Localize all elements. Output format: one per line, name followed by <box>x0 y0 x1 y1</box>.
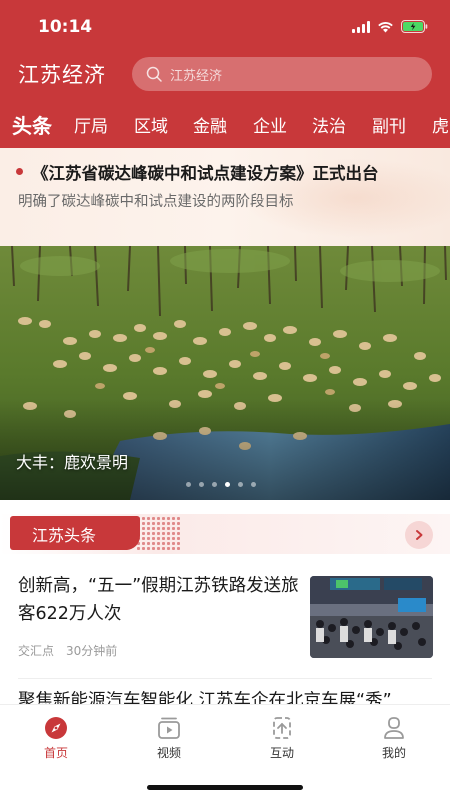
carousel-dot <box>238 482 243 487</box>
bottom-tab-label: 首页 <box>43 746 68 760</box>
bottom-tab-home[interactable]: 首页 <box>26 715 86 761</box>
carousel-dot <box>251 482 256 487</box>
tab-enterprise[interactable]: 企业 <box>253 112 287 137</box>
status-icons <box>352 20 428 33</box>
status-time: 10:14 <box>38 17 93 37</box>
carousel-dot <box>212 482 217 487</box>
signal-icon <box>352 20 370 33</box>
bottom-tab-label: 我的 <box>381 746 406 760</box>
headline-subtitle: 明确了碳达峰碳中和试点建设的两阶段目标 <box>18 194 294 210</box>
video-icon <box>158 717 180 739</box>
app-header: 10:14 江苏经济 江苏经济 头条 厅局 区域 金融 企业 法治 副刊 虎 <box>0 0 450 148</box>
chevron-right-icon <box>416 530 423 540</box>
tab-finance[interactable]: 金融 <box>193 112 227 137</box>
headline-title[interactable]: 《江苏省碳达峰碳中和试点建设方案》正式出台 <box>32 160 379 184</box>
hero-carousel[interactable]: 大丰：鹿欢景明 <box>0 246 450 500</box>
channel-tabs: 头条 厅局 区域 金融 企业 法治 副刊 虎 <box>0 104 450 148</box>
bullet-dot <box>16 168 23 175</box>
carousel-dot-active <box>225 482 230 487</box>
news-thumbnail[interactable] <box>310 576 433 658</box>
search-placeholder: 江苏经济 <box>170 68 223 84</box>
section-header: 江苏头条 <box>0 500 450 560</box>
bottom-tab-interact[interactable]: 互动 <box>252 715 312 761</box>
bottom-tab-label: 互动 <box>269 746 294 760</box>
headline-banner[interactable]: 《江苏省碳达峰碳中和试点建设方案》正式出台 明确了碳达峰碳中和试点建设的两阶段目… <box>0 148 450 246</box>
news-source: 交汇点 <box>18 644 55 658</box>
section-more-button[interactable] <box>405 521 433 549</box>
tab-supplement[interactable]: 副刊 <box>372 112 406 137</box>
wifi-icon <box>377 21 394 33</box>
bottom-tab-video[interactable]: 视频 <box>139 715 199 761</box>
search-box[interactable]: 江苏经济 <box>132 57 432 91</box>
interact-icon <box>273 717 291 739</box>
tab-more[interactable]: 虎 <box>432 112 449 137</box>
news-time: 30分钟前 <box>66 644 118 658</box>
tab-headlines[interactable]: 头条 <box>12 110 52 139</box>
tab-legal[interactable]: 法治 <box>312 112 346 137</box>
carousel-dot <box>186 482 191 487</box>
section-dot-pattern <box>136 516 180 550</box>
divider <box>18 678 432 679</box>
app-title: 江苏经济 <box>18 63 106 87</box>
battery-icon <box>401 20 428 33</box>
home-indicator[interactable] <box>147 785 303 790</box>
carousel-indicator <box>186 482 256 487</box>
carousel-dot <box>199 482 204 487</box>
compass-icon <box>45 717 67 739</box>
search-icon <box>146 66 162 82</box>
status-bar: 10:14 <box>0 0 450 52</box>
hero-caption[interactable]: 大丰：鹿欢景明 <box>16 449 128 473</box>
news-meta: 交汇点 30分钟前 <box>18 642 117 659</box>
news-item[interactable]: 创新高，“五一”假期江苏铁路发送旅客622万人次 交汇点 30分钟前 <box>0 560 450 680</box>
bottom-tab-profile[interactable]: 我的 <box>364 715 424 761</box>
tab-regions[interactable]: 区域 <box>134 112 168 137</box>
tab-bureaus[interactable]: 厅局 <box>74 112 108 137</box>
section-title: 江苏头条 <box>32 526 97 545</box>
news-title[interactable]: 创新高，“五一”假期江苏铁路发送旅客622万人次 <box>18 572 308 628</box>
bottom-tab-label: 视频 <box>156 746 181 760</box>
profile-icon <box>384 717 404 739</box>
